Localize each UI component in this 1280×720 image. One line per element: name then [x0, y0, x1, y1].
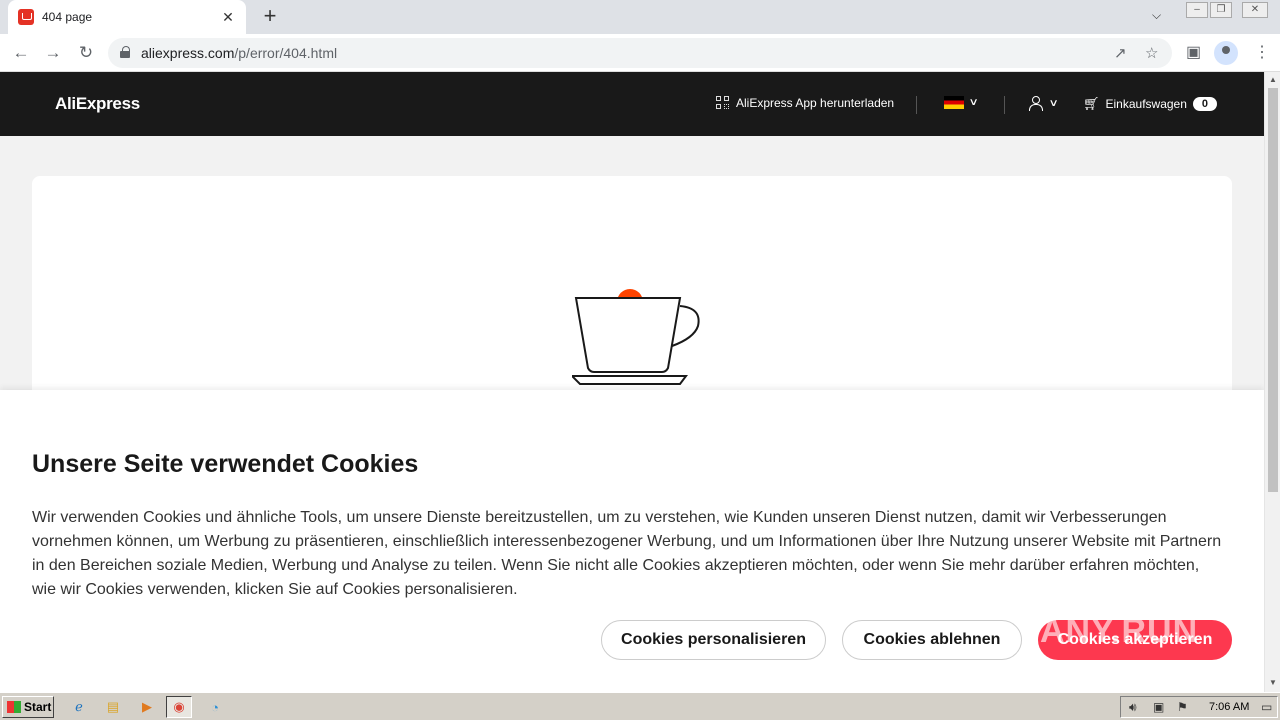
back-arrow-icon[interactable]: ← [10, 42, 32, 64]
action-center-flag-icon[interactable]: ⚑ [1177, 700, 1188, 714]
cookies-personalize-button[interactable]: Cookies personalisieren [601, 620, 826, 660]
chevron-down-icon: ∨ [968, 97, 979, 108]
language-selector[interactable]: ∨ [944, 96, 979, 109]
user-icon [1028, 96, 1043, 111]
site-header: AliExpress AliExpress App herunterladen … [0, 72, 1264, 136]
cart-icon: 🛒︎ [1083, 96, 1100, 111]
browser-tab[interactable]: 404 page ✕ [8, 0, 246, 34]
browser-tabstrip: 404 page ✕ + ⌵ – ❐ ✕ [0, 0, 1280, 34]
close-window-button[interactable]: ✕ [1242, 2, 1268, 18]
chrome-icon[interactable]: ◉ [166, 696, 192, 718]
page-scrollbar[interactable]: ▲ ▼ [1264, 72, 1280, 692]
tab-title: 404 page [42, 10, 93, 24]
cart-label: Einkaufswagen [1105, 97, 1187, 111]
account-menu[interactable]: ∨ [1028, 96, 1059, 111]
address-bar[interactable]: aliexpress.com/p/error/404.html ↗ ☆ [108, 38, 1172, 68]
edge-icon[interactable]: ◔ [202, 696, 228, 718]
share-icon[interactable]: ↗ [1114, 44, 1127, 62]
bookmark-star-icon[interactable]: ☆ [1145, 44, 1158, 62]
network-icon[interactable]: ▣ [1153, 700, 1164, 714]
new-tab-button[interactable]: + [258, 5, 282, 29]
system-tray: 🔊︎ ▣ ⚑ 7:06 AM ▭ [1120, 696, 1278, 718]
cart-link[interactable]: 🛒︎ Einkaufswagen 0 [1083, 96, 1217, 112]
coffee-cup-illustration [572, 289, 700, 385]
url-domain: aliexpress.com [141, 45, 235, 61]
start-button[interactable]: Start [2, 696, 54, 718]
reload-icon[interactable]: ↻ [75, 42, 97, 64]
scrollbar-thumb[interactable] [1268, 88, 1278, 492]
scroll-down-arrow-icon[interactable]: ▼ [1269, 678, 1277, 687]
qr-code-icon [716, 96, 730, 110]
cookies-reject-button[interactable]: Cookies ablehnen [842, 620, 1022, 660]
germany-flag-icon [944, 96, 964, 109]
cookie-description: Wir verwenden Cookies und ähnliche Tools… [32, 509, 1222, 598]
cookie-title: Unsere Seite verwendet Cookies [32, 450, 419, 478]
header-divider [916, 96, 917, 114]
restore-button[interactable]: ❐ [1210, 2, 1232, 18]
url-text: aliexpress.com/p/error/404.html [141, 45, 337, 61]
page-viewport: AliExpress AliExpress App herunterladen … [0, 72, 1264, 692]
url-path: /p/error/404.html [234, 45, 338, 61]
cookies-accept-button[interactable]: Cookies akzeptieren [1038, 620, 1232, 660]
cart-count-badge: 0 [1192, 97, 1217, 111]
aliexpress-logo[interactable]: AliExpress [55, 94, 140, 114]
tab-close-icon[interactable]: ✕ [220, 9, 236, 26]
internet-explorer-icon[interactable]: ℯ [66, 696, 92, 718]
side-panel-icon[interactable]: ▣ [1186, 42, 1201, 62]
lock-icon [120, 46, 130, 58]
chevron-down-icon: ∨ [1048, 97, 1059, 109]
volume-icon[interactable]: 🔊︎ [1129, 700, 1137, 715]
app-download-label: AliExpress App herunterladen [736, 96, 895, 110]
app-download-link[interactable]: AliExpress App herunterladen [716, 96, 894, 110]
show-desktop-icon[interactable]: ▭ [1261, 700, 1272, 714]
file-explorer-icon[interactable]: ▤ [100, 696, 126, 718]
scroll-up-arrow-icon[interactable]: ▲ [1269, 75, 1277, 84]
windows-taskbar: Start ℯ ▤ ▶ ◉ ◔ 🔊︎ ▣ ⚑ 7:06 AM ▭ [0, 692, 1280, 720]
aliexpress-favicon-icon [18, 9, 34, 25]
browser-toolbar: ← → ↻ aliexpress.com/p/error/404.html ↗ … [0, 34, 1280, 72]
profile-avatar-icon[interactable] [1214, 41, 1238, 65]
tab-search-chevron-icon[interactable]: ⌵ [1152, 8, 1161, 23]
header-divider [1004, 96, 1005, 114]
forward-arrow-icon[interactable]: → [42, 42, 64, 64]
windows-logo-icon [7, 701, 21, 713]
media-player-icon[interactable]: ▶ [134, 696, 160, 718]
minimize-button[interactable]: – [1186, 2, 1208, 18]
cookie-banner: Unsere Seite verwendet Cookies Wir verwe… [0, 390, 1264, 692]
menu-kebab-icon[interactable]: ⋮ [1254, 42, 1270, 62]
start-label: Start [24, 700, 52, 714]
clock: 7:06 AM [1209, 701, 1250, 713]
